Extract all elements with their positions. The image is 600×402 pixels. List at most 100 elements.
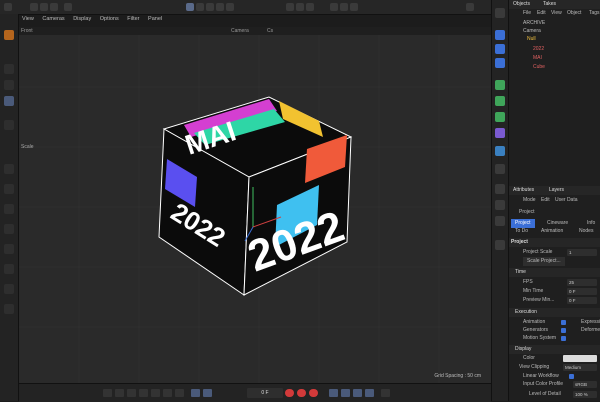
tab-attributes[interactable]: Attributes — [513, 186, 534, 195]
viewport-camera-value[interactable]: Cs — [267, 28, 273, 34]
menu-panel[interactable]: Panel — [148, 16, 162, 22]
go-to-end-icon[interactable] — [175, 389, 184, 397]
cube-primitive-icon[interactable] — [495, 30, 505, 40]
floor-icon[interactable] — [495, 200, 505, 210]
paint-tool-icon[interactable] — [4, 304, 14, 314]
object-row[interactable]: 2022 — [509, 45, 600, 54]
key-scale-icon[interactable] — [353, 389, 362, 397]
menu-filter[interactable]: Filter — [127, 16, 139, 22]
scale-tool-icon[interactable] — [4, 96, 14, 106]
camera-icon[interactable] — [495, 164, 505, 174]
tab-objects[interactable]: Objects — [513, 0, 530, 9]
fps-field[interactable]: 25 — [567, 279, 597, 286]
motion-system-checkbox[interactable] — [561, 336, 566, 341]
previous-key-icon[interactable] — [115, 389, 124, 397]
next-key-icon[interactable] — [163, 389, 172, 397]
viewport-solo-icon[interactable] — [495, 8, 505, 18]
object-row[interactable]: MAI — [509, 54, 600, 63]
snap-icon[interactable] — [286, 3, 294, 11]
play-icon[interactable] — [139, 389, 148, 397]
axis-tool-icon[interactable] — [4, 184, 14, 194]
previous-frame-icon[interactable] — [127, 389, 136, 397]
go-to-start-icon[interactable] — [103, 389, 112, 397]
auto-key-icon[interactable] — [297, 389, 306, 397]
bevel-tool-icon[interactable] — [4, 244, 14, 254]
objects-menu-file[interactable]: File — [523, 9, 531, 18]
animation-checkbox[interactable] — [561, 320, 566, 325]
attributes-menu-userdata[interactable]: User Data — [555, 196, 578, 205]
key-param-icon[interactable] — [365, 389, 374, 397]
subtab-todo[interactable]: To Do — [515, 227, 528, 236]
deformer-icon[interactable] — [495, 128, 505, 138]
live-selection-icon[interactable] — [4, 30, 14, 40]
min-time-field[interactable]: 0 F — [567, 288, 597, 295]
section-display[interactable]: Display — [509, 345, 600, 354]
polygons-mode-icon[interactable] — [226, 3, 234, 11]
viewport[interactable]: MAI 2022 2022 Scale Grid Spacing : 50 cm — [19, 27, 491, 383]
menu-cameras[interactable]: Cameras — [42, 16, 64, 22]
object-row[interactable]: Cube — [509, 63, 600, 72]
effector-icon[interactable] — [495, 112, 505, 122]
sky-icon[interactable] — [495, 184, 505, 194]
move-axis-z-icon[interactable] — [50, 3, 58, 11]
move-axis-x-icon[interactable] — [30, 3, 38, 11]
tab-takes[interactable]: Takes — [543, 0, 556, 9]
subtab-animation[interactable]: Animation — [541, 227, 563, 236]
timeline-options-icon[interactable] — [381, 389, 390, 397]
script-icon[interactable] — [495, 240, 505, 250]
search-icon[interactable] — [466, 3, 474, 11]
menu-options[interactable]: Options — [100, 16, 119, 22]
linear-workflow-checkbox[interactable] — [569, 374, 574, 379]
brush-tool-icon[interactable] — [4, 284, 14, 294]
preview-min-field[interactable]: 0 F — [567, 297, 597, 304]
input-color-select[interactable]: sRGB — [573, 381, 597, 388]
subtab-nodes[interactable]: Nodes — [579, 227, 593, 236]
cube-object[interactable]: MAI 2022 2022 — [158, 96, 353, 296]
objects-menu-tags[interactable]: Tags — [589, 9, 600, 18]
subdivision-icon[interactable] — [495, 80, 505, 90]
view-clipping-select[interactable]: Medium — [563, 364, 597, 371]
edges-mode-icon[interactable] — [216, 3, 224, 11]
record-icon[interactable] — [285, 389, 294, 397]
texture-mode-icon[interactable] — [196, 3, 204, 11]
objects-menu-object[interactable]: Object — [567, 9, 581, 18]
section-time[interactable]: Time — [509, 268, 600, 277]
cloner-icon[interactable] — [495, 96, 505, 106]
key-rotation-icon[interactable] — [341, 389, 350, 397]
workplane-icon[interactable] — [296, 3, 304, 11]
undo-icon[interactable] — [4, 3, 12, 11]
make-editable-icon[interactable] — [4, 120, 14, 130]
next-frame-icon[interactable] — [151, 389, 160, 397]
magnet-tool-icon[interactable] — [4, 264, 14, 274]
tab-layers[interactable]: Layers — [549, 186, 564, 195]
menu-view[interactable]: View — [22, 16, 34, 22]
move-axis-y-icon[interactable] — [40, 3, 48, 11]
points-mode-icon[interactable] — [206, 3, 214, 11]
project-scale-field[interactable]: 1 — [567, 249, 597, 256]
current-frame-field[interactable]: 0 F — [247, 388, 283, 398]
objects-menu-view[interactable]: View — [551, 9, 562, 18]
light-icon[interactable] — [495, 216, 505, 226]
section-execution[interactable]: Execution — [509, 308, 600, 317]
menu-display[interactable]: Display — [73, 16, 91, 22]
knife-tool-icon[interactable] — [4, 204, 14, 214]
render-settings-icon[interactable] — [350, 3, 358, 11]
rotate-tool-icon[interactable] — [4, 80, 14, 90]
grid-snap-icon[interactable] — [306, 3, 314, 11]
range-icon[interactable] — [203, 389, 212, 397]
render-icon[interactable] — [340, 3, 348, 11]
object-row[interactable]: Null — [509, 35, 600, 44]
lod-field[interactable]: 100 % — [573, 391, 597, 398]
keyframe-selection-icon[interactable] — [309, 389, 318, 397]
scale-project-button[interactable]: Scale Project... — [523, 257, 565, 266]
coordinate-system-icon[interactable] — [64, 3, 72, 11]
text-object-icon[interactable] — [495, 58, 505, 68]
field-icon[interactable] — [495, 146, 505, 156]
workplane-tool-icon[interactable] — [4, 164, 14, 174]
color-swatch[interactable] — [563, 355, 597, 362]
attributes-menu-mode[interactable]: Mode — [523, 196, 536, 205]
key-position-icon[interactable] — [329, 389, 338, 397]
generators-checkbox[interactable] — [561, 328, 566, 333]
render-view-icon[interactable] — [330, 3, 338, 11]
attributes-menu-edit[interactable]: Edit — [541, 196, 550, 205]
